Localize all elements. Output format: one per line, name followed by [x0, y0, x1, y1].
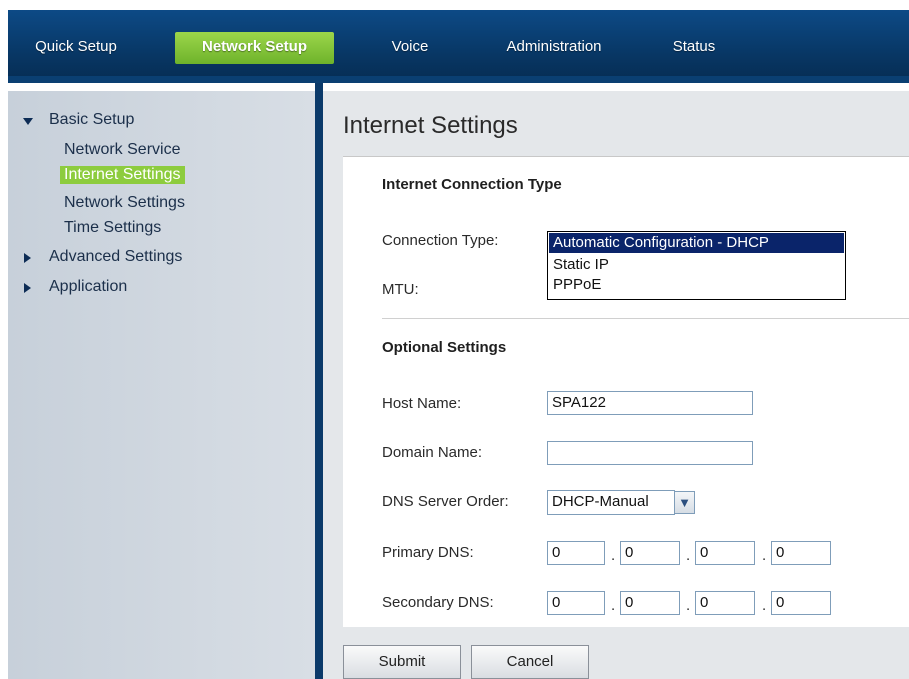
expanded-arrow-icon — [23, 118, 33, 125]
domain-name-input[interactable] — [547, 441, 753, 465]
section-divider — [382, 318, 909, 319]
primary-dns-octet-2[interactable]: 0 — [620, 541, 680, 565]
sidebar-item-network-settings[interactable]: Network Settings — [60, 194, 189, 212]
dns-server-order-label: DNS Server Order: — [382, 493, 509, 510]
submit-button[interactable]: Submit — [343, 645, 461, 679]
tab-status[interactable]: Status — [664, 32, 724, 64]
host-name-input[interactable]: SPA122 — [547, 391, 753, 415]
host-name-label: Host Name: — [382, 395, 462, 412]
connection-type-label: Connection Type: — [382, 232, 499, 249]
sidebar-divider — [315, 83, 323, 679]
sidebar-item-network-service[interactable]: Network Service — [60, 141, 184, 159]
sidebar-item-internet-settings[interactable]: Internet Settings — [60, 166, 185, 184]
nav-bottom-strip — [8, 76, 909, 83]
tab-voice[interactable]: Voice — [380, 32, 440, 64]
chevron-down-icon[interactable]: ▼ — [674, 491, 695, 514]
option-static-ip[interactable]: Static IP — [549, 255, 844, 275]
option-pppoe[interactable]: PPPoE — [549, 275, 844, 295]
sidebar-group-basic-setup[interactable]: Basic Setup — [8, 111, 308, 131]
sidebar-group-advanced-settings[interactable]: Advanced Settings — [8, 248, 308, 268]
primary-dns-octet-1[interactable]: 0 — [547, 541, 605, 565]
secondary-dns-octet-3[interactable]: 0 — [695, 591, 755, 615]
secondary-dns-octet-4[interactable]: 0 — [771, 591, 831, 615]
sidebar-group-label: Application — [49, 278, 128, 295]
domain-name-label: Domain Name: — [382, 444, 483, 461]
section-heading-connection-type: Internet Connection Type — [382, 176, 562, 193]
secondary-dns-octet-1[interactable]: 0 — [547, 591, 605, 615]
tab-administration[interactable]: Administration — [489, 32, 619, 64]
collapsed-arrow-icon — [24, 283, 31, 293]
sidebar-item-time-settings[interactable]: Time Settings — [60, 219, 165, 237]
cancel-button[interactable]: Cancel — [471, 645, 589, 679]
secondary-dns-octet-2[interactable]: 0 — [620, 591, 680, 615]
page-title: Internet Settings — [343, 112, 518, 139]
section-heading-optional: Optional Settings — [382, 339, 507, 356]
option-dhcp[interactable]: Automatic Configuration - DHCP — [549, 233, 844, 253]
sidebar-group-label: Basic Setup — [49, 111, 135, 128]
sidebar-group-application[interactable]: Application — [8, 278, 308, 298]
primary-dns-octet-3[interactable]: 0 — [695, 541, 755, 565]
top-navigation: Quick Setup Network Setup Voice Administ… — [8, 10, 909, 83]
tab-network-setup[interactable]: Network Setup — [175, 32, 334, 64]
dns-server-order-select[interactable]: DHCP-Manual — [547, 490, 675, 515]
primary-dns-octet-4[interactable]: 0 — [771, 541, 831, 565]
tab-bar: Quick Setup Network Setup Voice Administ… — [8, 32, 909, 64]
sidebar-group-label: Advanced Settings — [49, 248, 183, 265]
collapsed-arrow-icon — [24, 253, 31, 263]
connection-type-dropdown[interactable]: Automatic Configuration - DHCP Static IP… — [547, 231, 846, 300]
primary-dns-label: Primary DNS: — [382, 544, 474, 561]
secondary-dns-label: Secondary DNS: — [382, 594, 494, 611]
tab-quick-setup[interactable]: Quick Setup — [26, 32, 126, 64]
mtu-label: MTU: — [382, 281, 419, 298]
